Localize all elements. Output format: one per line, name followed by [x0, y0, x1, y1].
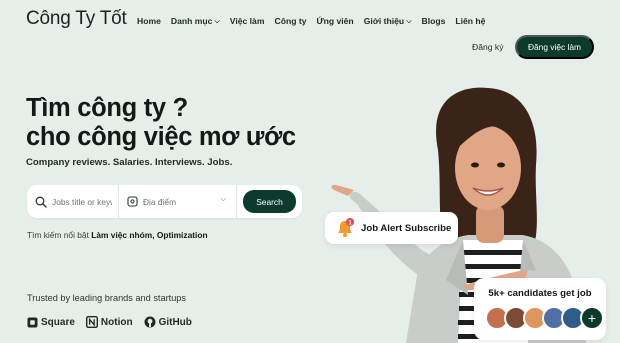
main-nav: Home Danh mục ⌵ Việc làm Công ty Ứng viên…: [137, 16, 485, 26]
search-bar: ⌵ Search: [27, 185, 302, 218]
nav-label: Blogs: [421, 16, 446, 26]
nav-item-companies[interactable]: Công ty: [274, 16, 306, 26]
register-link[interactable]: Đăng ký: [472, 42, 504, 52]
brand-name: Notion: [100, 316, 133, 328]
keyword-input[interactable]: [52, 196, 112, 207]
nav-item-candidates[interactable]: Ứng viên: [316, 16, 353, 26]
post-job-button[interactable]: Đăng việc làm: [515, 35, 594, 59]
plus-icon: +: [587, 310, 597, 326]
candidates-label: 5k+ candidates get job: [488, 288, 592, 299]
search-button[interactable]: Search: [243, 190, 296, 213]
hero-subtitle: Company reviews. Salaries. Interviews. J…: [26, 157, 233, 168]
popular-tag[interactable]: Làm việc nhóm,: [91, 230, 154, 240]
hero-title-line1: Tìm công ty ?: [26, 94, 188, 122]
chevron-down-icon: ⌵: [220, 196, 226, 203]
nav-item-blogs[interactable]: Blogs: [422, 16, 446, 26]
hero-title-line2: cho công việc mơ ước: [26, 123, 296, 151]
nav-label: Liên hệ: [455, 16, 486, 26]
nav-item-about[interactable]: Giới thiệu ⌵: [364, 16, 412, 26]
nav-item-categories[interactable]: Danh mục ⌵: [171, 16, 220, 26]
brand-square: Square: [27, 317, 75, 328]
popular-label: Tìm kiếm nổi bật: [27, 230, 89, 240]
bell-icon: 1: [338, 218, 354, 237]
location-icon: [127, 196, 138, 207]
chevron-down-icon: ⌵: [406, 17, 412, 25]
nav-label: Việc làm: [229, 16, 265, 26]
brand-name: Square: [41, 316, 75, 328]
brand-notion: Notion: [85, 316, 133, 328]
trusted-text: Trusted by leading brands and startups: [27, 293, 187, 303]
keyword-field: [27, 185, 119, 218]
brand-logos: Square Notion GitHub: [27, 316, 192, 328]
location-field[interactable]: ⌵: [119, 185, 237, 218]
notion-logo-icon: [85, 316, 98, 328]
candidate-avatars: +: [485, 306, 604, 330]
nav-item-home[interactable]: Home: [137, 16, 161, 26]
nav-label: Home: [137, 16, 161, 26]
add-candidate-button[interactable]: +: [580, 306, 604, 330]
hero-title: Tìm công ty ? cho công việc mơ ước: [26, 94, 296, 152]
brand-name: GitHub: [158, 316, 192, 328]
nav-label: Danh mục: [170, 16, 213, 26]
popular-tag[interactable]: Optimization: [157, 230, 208, 240]
location-input[interactable]: [143, 196, 213, 207]
nav-label: Ứng viên: [316, 16, 354, 26]
chevron-down-icon: ⌵: [214, 17, 220, 25]
nav-label: Công ty: [274, 16, 307, 26]
github-logo-icon: [144, 316, 156, 328]
site-logo[interactable]: Công Ty Tốt: [26, 8, 127, 30]
job-alert-label: Job Alert Subscribe: [361, 222, 452, 234]
nav-item-jobs[interactable]: Việc làm: [230, 16, 265, 26]
brand-github: GitHub: [144, 316, 192, 328]
job-alert-card[interactable]: 1 Job Alert Subscribe: [325, 212, 458, 244]
nav-item-contact[interactable]: Liên hệ: [455, 16, 485, 26]
nav-label: Giới thiệu: [363, 16, 405, 26]
search-icon: [35, 196, 47, 208]
candidates-card: 5k+ candidates get job +: [474, 278, 606, 340]
popular-searches: Tìm kiếm nổi bật Làm việc nhóm, Optimiza…: [27, 230, 208, 240]
square-logo-icon: [27, 317, 38, 327]
